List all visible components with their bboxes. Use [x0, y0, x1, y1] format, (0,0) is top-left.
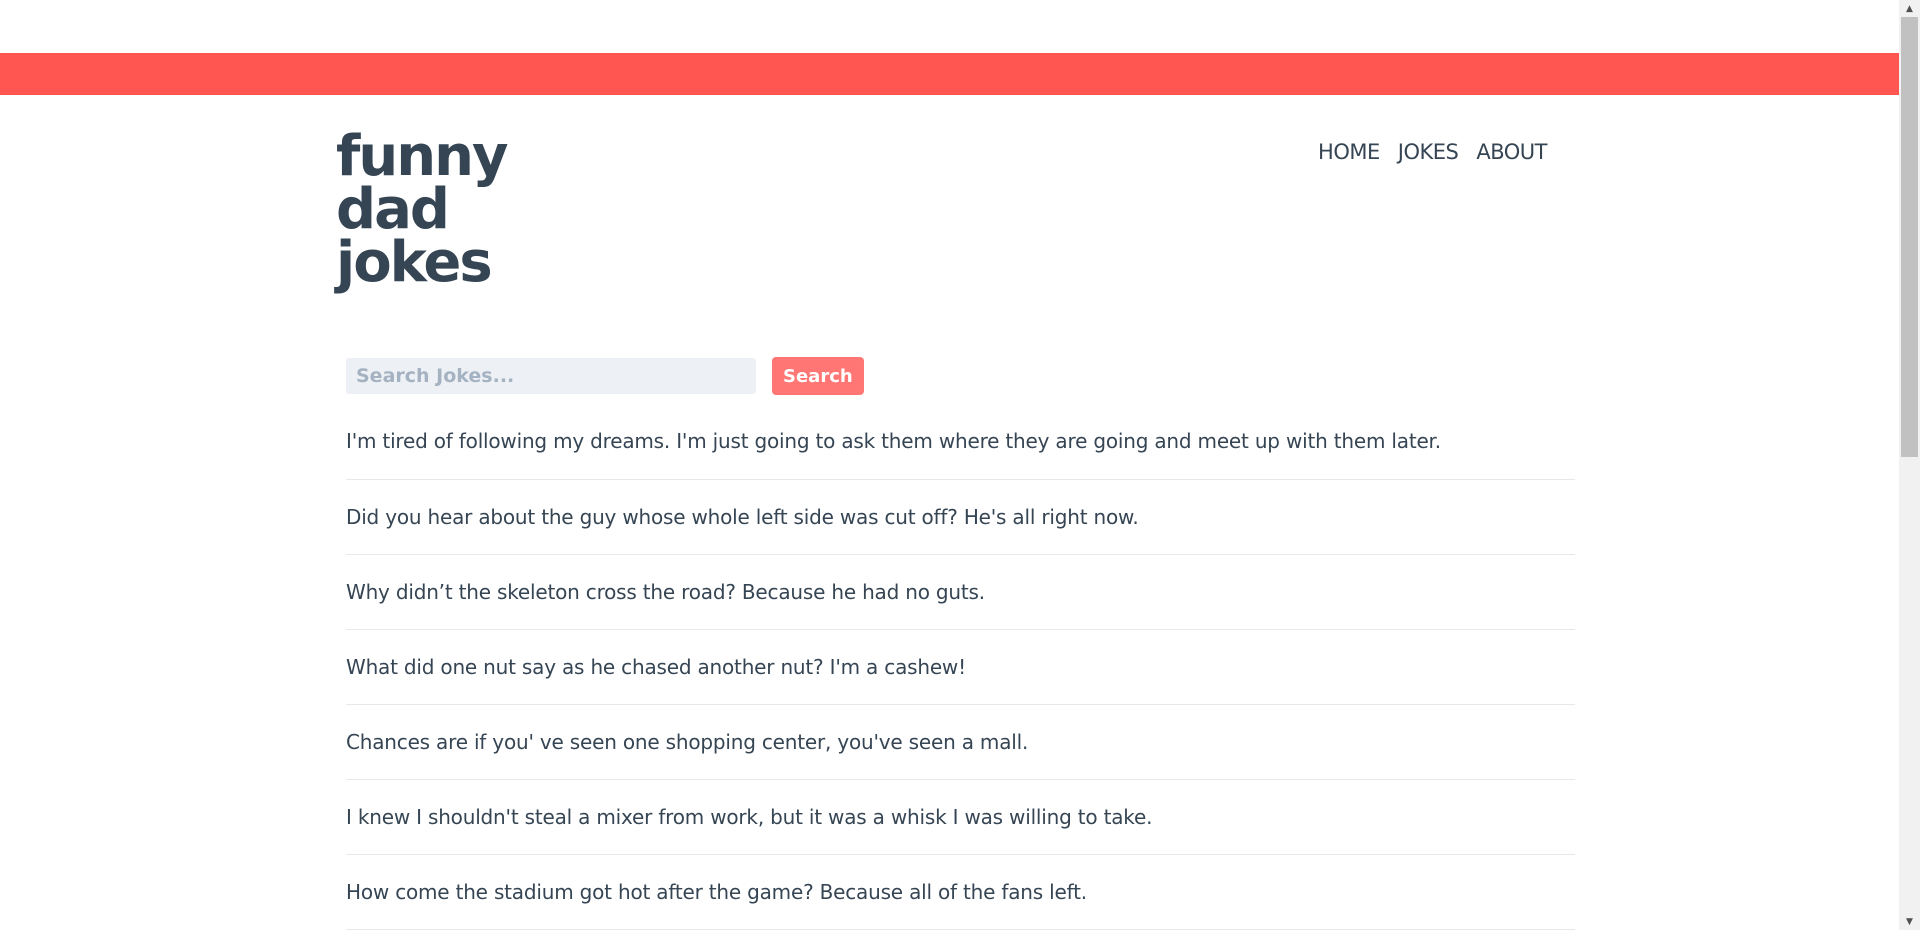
chevron-up-icon[interactable]: ▲: [1899, 0, 1920, 17]
page: funny dad jokes HOME JOKES ABOUT Search …: [0, 0, 1899, 930]
logo-line-3: jokes: [336, 230, 493, 295]
logo-line-1: funny: [336, 124, 508, 189]
joke-item: I knew I shouldn't steal a mixer from wo…: [346, 780, 1575, 855]
site-logo[interactable]: funny dad jokes: [336, 124, 536, 295]
nav-jokes[interactable]: JOKES: [1398, 140, 1459, 164]
vertical-scrollbar[interactable]: ▲ ▼: [1899, 0, 1920, 930]
search-button[interactable]: Search: [772, 357, 864, 395]
scrollbar-thumb[interactable]: [1901, 17, 1918, 457]
joke-item: What did one nut say as he chased anothe…: [346, 630, 1575, 705]
nav-home[interactable]: HOME: [1318, 140, 1380, 164]
joke-item: How come the stadium got hot after the g…: [346, 855, 1575, 930]
joke-item: I'm tired of following my dreams. I'm ju…: [346, 415, 1575, 480]
joke-item: Why didn’t the skeleton cross the road? …: [346, 555, 1575, 630]
logo-line-2: dad: [336, 177, 450, 242]
chevron-down-icon[interactable]: ▼: [1899, 913, 1920, 930]
search-input[interactable]: [346, 358, 756, 394]
nav-about[interactable]: ABOUT: [1476, 140, 1547, 164]
joke-list: I'm tired of following my dreams. I'm ju…: [346, 415, 1575, 930]
main-nav: HOME JOKES ABOUT: [1318, 140, 1547, 164]
joke-item: Did you hear about the guy whose whole l…: [346, 480, 1575, 555]
joke-item: Chances are if you' ve seen one shopping…: [346, 705, 1575, 780]
search-bar: Search: [346, 357, 864, 395]
top-accent-bar: [0, 53, 1899, 95]
